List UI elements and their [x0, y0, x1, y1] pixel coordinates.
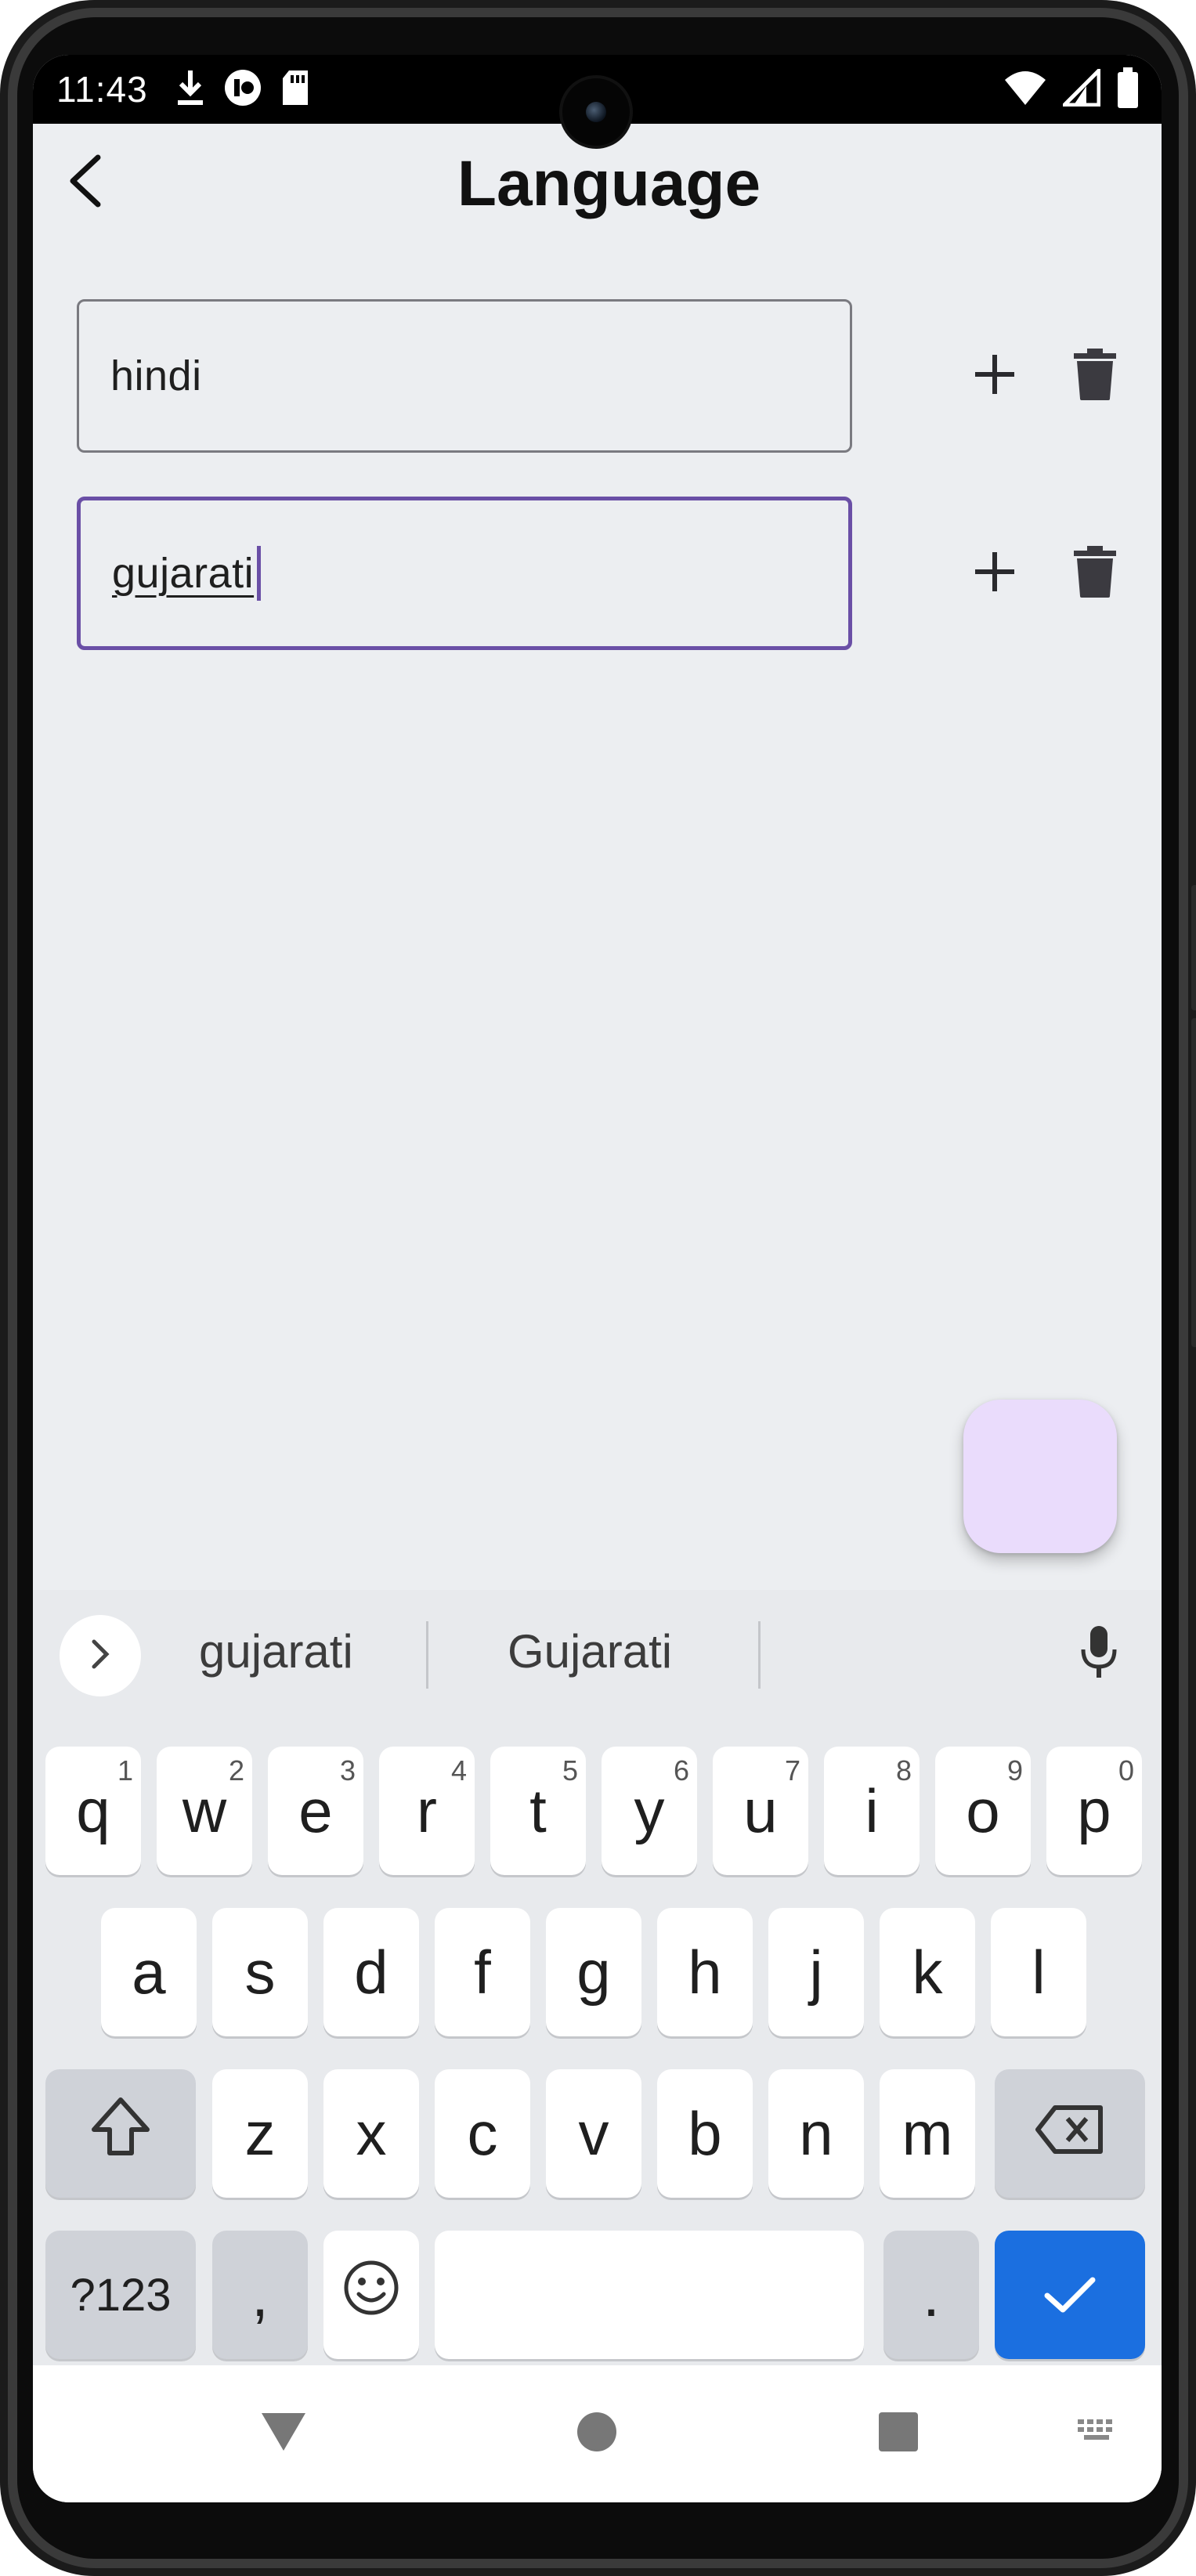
- key-c[interactable]: c: [435, 2069, 530, 2198]
- nav-home-button[interactable]: [542, 2365, 652, 2502]
- key-n[interactable]: n: [768, 2069, 864, 2198]
- backspace-icon: [1035, 2098, 1105, 2170]
- key-x[interactable]: x: [323, 2069, 419, 2198]
- key-e[interactable]: e3: [268, 1747, 363, 1875]
- emoji-icon: [343, 2260, 399, 2331]
- status-bar: 11:43: [33, 55, 1162, 146]
- suggestion-1[interactable]: gujarati: [199, 1624, 353, 1678]
- key-l[interactable]: l: [991, 1908, 1086, 2036]
- back-triangle-icon: [260, 2412, 307, 2456]
- key-r[interactable]: r4: [379, 1747, 475, 1875]
- status-icons-right: [1003, 65, 1140, 112]
- backspace-key[interactable]: [995, 2069, 1145, 2198]
- nav-recents-button[interactable]: [844, 2365, 953, 2502]
- key-s[interactable]: s: [212, 1908, 308, 2036]
- key-z[interactable]: z: [212, 2069, 308, 2198]
- key-u[interactable]: u7: [713, 1747, 808, 1875]
- key-o[interactable]: o9: [935, 1747, 1031, 1875]
- status-time: 11:43: [56, 69, 148, 110]
- battery-icon: [1116, 67, 1140, 112]
- key-v[interactable]: v: [546, 2069, 641, 2198]
- key-f[interactable]: f: [435, 1908, 530, 2036]
- key-m[interactable]: m: [880, 2069, 975, 2198]
- cell-signal-icon: [1059, 65, 1101, 110]
- nav-keyboard-switch-button[interactable]: [1051, 2365, 1145, 2502]
- language-row: gujarati: [77, 497, 1158, 650]
- key-y[interactable]: y6: [602, 1747, 697, 1875]
- suggestion-bar: gujarati Gujarati: [33, 1590, 1162, 1715]
- home-circle-icon: [576, 2412, 617, 2456]
- status-icons-left: [175, 68, 311, 111]
- language-input-hindi[interactable]: hindi: [77, 299, 852, 453]
- wifi-icon: [1003, 69, 1047, 110]
- microphone-icon: [1079, 1624, 1118, 1683]
- keyboard-switch-icon: [1076, 2416, 1120, 2451]
- key-j[interactable]: j: [768, 1908, 864, 2036]
- plus-icon: [972, 352, 1017, 401]
- sd-card-icon: [280, 69, 311, 110]
- suggestion-2[interactable]: Gujarati: [508, 1624, 672, 1678]
- suggestion-divider: [426, 1621, 428, 1689]
- checkmark-icon: [1042, 2260, 1097, 2331]
- language-row: hindi: [77, 299, 1158, 453]
- key-a[interactable]: a: [101, 1908, 197, 2036]
- period-key[interactable]: .: [883, 2231, 979, 2359]
- key-k[interactable]: k: [880, 1908, 975, 2036]
- enter-key[interactable]: [995, 2231, 1145, 2359]
- key-p[interactable]: p0: [1046, 1747, 1142, 1875]
- symbols-key[interactable]: ?123: [45, 2231, 196, 2359]
- comma-key[interactable]: ,: [212, 2231, 308, 2359]
- recents-square-icon: [878, 2412, 919, 2456]
- key-b[interactable]: b: [657, 2069, 753, 2198]
- key-g[interactable]: g: [546, 1908, 641, 2036]
- voice-input-button[interactable]: [1068, 1618, 1130, 1689]
- language-input-value: hindi: [110, 352, 202, 399]
- language-input-gujarati[interactable]: gujarati: [77, 497, 852, 650]
- key-i[interactable]: i8: [824, 1747, 920, 1875]
- trash-icon: [1074, 348, 1116, 404]
- volume-button: [1191, 1018, 1196, 1347]
- language-input-value: gujarati: [112, 550, 255, 597]
- suggestion-divider: [758, 1621, 761, 1689]
- shift-key[interactable]: [45, 2069, 196, 2198]
- shift-icon: [89, 2095, 152, 2173]
- screen: 11:43 Language hindi gujarati gujarati G…: [33, 55, 1162, 2502]
- key-t[interactable]: t5: [490, 1747, 586, 1875]
- key-d[interactable]: d: [323, 1908, 419, 2036]
- nav-back-button[interactable]: [229, 2365, 338, 2502]
- key-h[interactable]: h: [657, 1908, 753, 2036]
- app-notification-icon: [223, 68, 262, 111]
- app-bar: Language: [33, 124, 1162, 241]
- side-button: [1191, 885, 1196, 1010]
- text-cursor: [257, 546, 262, 601]
- add-language-button[interactable]: [956, 534, 1034, 612]
- key-q[interactable]: q1: [45, 1747, 141, 1875]
- soft-keyboard: gujarati Gujarati q1 w2 e3 r4 t5 y6 u7 i…: [33, 1590, 1162, 2365]
- space-key[interactable]: [435, 2231, 864, 2359]
- key-w[interactable]: w2: [157, 1747, 252, 1875]
- expand-toolbar-button[interactable]: [60, 1615, 141, 1696]
- download-icon: [175, 69, 206, 110]
- floating-action-button[interactable]: [963, 1400, 1117, 1553]
- delete-language-button[interactable]: [1056, 534, 1134, 612]
- trash-icon: [1074, 545, 1116, 602]
- chevron-right-icon: [85, 1637, 116, 1675]
- emoji-key[interactable]: [323, 2231, 419, 2359]
- add-language-button[interactable]: [956, 337, 1034, 415]
- page-title: Language: [457, 148, 761, 219]
- system-nav-bar: [33, 2365, 1162, 2502]
- plus-icon: [972, 549, 1017, 598]
- delete-language-button[interactable]: [1056, 337, 1134, 415]
